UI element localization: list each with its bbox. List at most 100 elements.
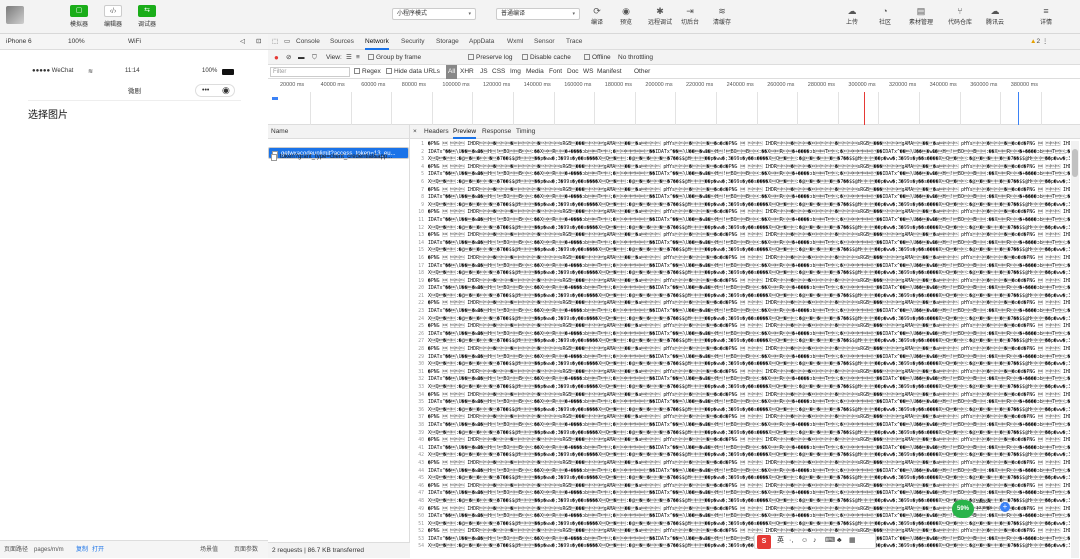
tab-response[interactable]: Response xyxy=(482,125,511,139)
type-xhr[interactable]: XHR xyxy=(460,65,474,79)
waterfall-icon[interactable]: ≡ xyxy=(356,50,360,65)
tools-icon[interactable]: ▦ xyxy=(849,534,856,548)
type-media[interactable]: Media xyxy=(526,65,544,79)
tab-headers[interactable]: Headers xyxy=(424,125,449,139)
capsule-menu[interactable]: ••• ◉ xyxy=(195,84,235,97)
type-js[interactable]: JS xyxy=(480,65,488,79)
avatar[interactable] xyxy=(6,6,24,24)
scrollbar[interactable] xyxy=(1071,141,1079,558)
ime-toolbar[interactable]: S 英 ·, ☺ ♪ ⌨ ♣ ▦ xyxy=(754,533,876,549)
clear-cache-button[interactable]: ≋ 清缓存 xyxy=(707,5,737,26)
cloud-button[interactable]: ☁ 腾讯云 xyxy=(980,5,1010,26)
type-font[interactable]: Font xyxy=(549,65,562,79)
community-button[interactable]: ◔ 社区 xyxy=(870,5,900,26)
emoji-icon[interactable]: ☺ xyxy=(801,534,808,548)
camera-icon[interactable]: ▬ xyxy=(298,50,305,65)
tab-console[interactable]: Console xyxy=(296,34,320,50)
type-all[interactable]: All xyxy=(446,65,458,79)
warning-badge[interactable]: ▲2 ⋮ xyxy=(1030,37,1048,45)
line-number: 32 xyxy=(418,377,424,383)
skin-icon[interactable]: ♣ xyxy=(837,534,842,548)
remote-debug-button[interactable]: ✱ 远程调试 xyxy=(645,5,675,26)
request-row[interactable]: token?grant_type=client_credential&app..… xyxy=(268,151,409,163)
device-select[interactable]: iPhone 6 xyxy=(6,34,32,50)
network-timeline[interactable]: 20000 ms 40000 ms 60000 ms 80000 ms 100000 m… xyxy=(268,79,1080,125)
type-css[interactable]: CSS xyxy=(492,65,505,79)
fullscreen-icon[interactable]: ⊡ xyxy=(256,34,261,50)
details-button[interactable]: ≡ 详情 xyxy=(1031,5,1061,26)
punctuation-icon[interactable]: ·, xyxy=(789,534,793,548)
keyboard-icon[interactable]: ⌨ xyxy=(825,534,835,548)
select-image-text[interactable]: 选择图片 xyxy=(28,106,68,121)
clear-icon[interactable]: ⊘ xyxy=(286,50,291,65)
params-label[interactable]: 页面参数 xyxy=(234,541,258,559)
type-other[interactable]: Other xyxy=(634,65,650,79)
throttle-select[interactable]: No throttling xyxy=(618,50,653,65)
close-icon[interactable]: ◉ xyxy=(222,85,230,96)
response-line: 17 IDATx^��\U���w�ͤ�H!BOB:��XR… xyxy=(410,263,1070,271)
cut-background-button[interactable]: ⇥ 切后台 xyxy=(675,5,705,26)
type-img[interactable]: Img xyxy=(510,65,521,79)
inspect-icon[interactable]: ⬚ xyxy=(272,34,278,50)
tab-trace[interactable]: Trace xyxy=(566,34,582,50)
regex-checkbox[interactable]: Regex xyxy=(354,65,381,79)
tab-timing[interactable]: Timing xyxy=(516,125,535,139)
device-icon[interactable]: ▭ xyxy=(284,34,290,50)
line-number: 27 xyxy=(418,339,424,345)
more-icon[interactable]: ⋮ xyxy=(1042,38,1049,45)
debugger-button[interactable]: ⇆ 调试器 xyxy=(130,5,164,28)
tab-preview[interactable]: Preview xyxy=(453,125,477,139)
offline-checkbox[interactable]: Offline xyxy=(584,50,611,65)
line-text: XQ�:�@��� �7��$$@H��p�ww�;3�9… xyxy=(428,293,1070,299)
filter-input[interactable]: Filter xyxy=(270,67,350,77)
network-select[interactable]: WiFi xyxy=(128,34,141,50)
materials-button[interactable]: ▤ 素材管理 xyxy=(906,5,936,26)
mode-select[interactable]: 小程序模式 ▾ xyxy=(392,8,476,20)
list-view-icon[interactable]: ☰ xyxy=(346,50,352,65)
response-line: 54 XQ�:�@��� �7��$$@H��p�ww�;3… xyxy=(410,543,1070,551)
tab-storage[interactable]: Storage xyxy=(436,34,459,50)
tab-wxml[interactable]: Wxml xyxy=(507,34,523,50)
response-body[interactable]: 1 �PNG      IHDR  �  �   �   sRGB �… xyxy=(410,141,1070,558)
line-text: IDATx^��\U���w�ͤ�H!BOB:��XR… xyxy=(428,491,1070,497)
record-icon[interactable]: ● xyxy=(274,50,279,65)
upload-button[interactable]: ☁ 上传 xyxy=(837,5,867,26)
filter-icon[interactable]: ⛉ xyxy=(312,50,317,65)
code-repo-button[interactable]: ⑂ 代码仓库 xyxy=(945,5,975,26)
compile-mode-select[interactable]: 普通编译 ▾ xyxy=(496,8,580,20)
mic-icon[interactable]: ♪ xyxy=(813,534,817,548)
add-icon[interactable]: + xyxy=(1000,502,1010,512)
lang-toggle[interactable]: 英 xyxy=(777,534,784,548)
line-number: 21 xyxy=(418,293,424,299)
sogou-icon[interactable]: S xyxy=(757,535,771,549)
perf-badge[interactable]: 59% xyxy=(952,500,974,518)
tab-sources[interactable]: Sources xyxy=(330,34,354,50)
response-line: 33 XQ�:�@��� �7��$$@H��p�ww�;3… xyxy=(410,384,1070,392)
hide-data-urls-checkbox[interactable]: Hide data URLs xyxy=(386,65,440,79)
more-icon[interactable]: ••• xyxy=(202,85,209,96)
line-number: 20 xyxy=(418,286,424,292)
type-doc[interactable]: Doc xyxy=(567,65,579,79)
tab-sensor[interactable]: Sensor xyxy=(534,34,555,50)
tab-security[interactable]: Security xyxy=(401,34,424,50)
group-by-frame-checkbox[interactable]: Group by frame xyxy=(368,50,421,65)
tab-network[interactable]: Network xyxy=(365,34,389,50)
volume-icon[interactable]: ◁ xyxy=(240,34,245,50)
preview-button[interactable]: ◉ 预览 xyxy=(611,5,641,26)
type-manifest[interactable]: Manifest xyxy=(597,65,622,79)
compile-button[interactable]: ⟳ 编译 xyxy=(582,5,612,26)
tab-appdata[interactable]: AppData xyxy=(469,34,494,50)
line-number: 19 xyxy=(418,278,424,284)
disable-cache-checkbox[interactable]: Disable cache xyxy=(522,50,571,65)
simulator-button[interactable]: ▢ 模拟器 xyxy=(62,5,96,28)
zoom-select[interactable]: 100% xyxy=(68,34,85,50)
preserve-log-checkbox[interactable]: Preserve log xyxy=(468,50,513,65)
open-link[interactable]: 打开 xyxy=(92,541,104,559)
close-icon[interactable]: × xyxy=(413,125,417,139)
copy-link[interactable]: 复制 xyxy=(76,541,88,559)
scene-label[interactable]: 场景值 xyxy=(200,541,218,559)
scrollbar-thumb[interactable] xyxy=(1072,149,1078,177)
type-ws[interactable]: WS xyxy=(583,65,593,79)
name-column-header[interactable]: Name xyxy=(268,125,409,139)
editor-button[interactable]: ‹/› 编辑器 xyxy=(96,5,130,28)
